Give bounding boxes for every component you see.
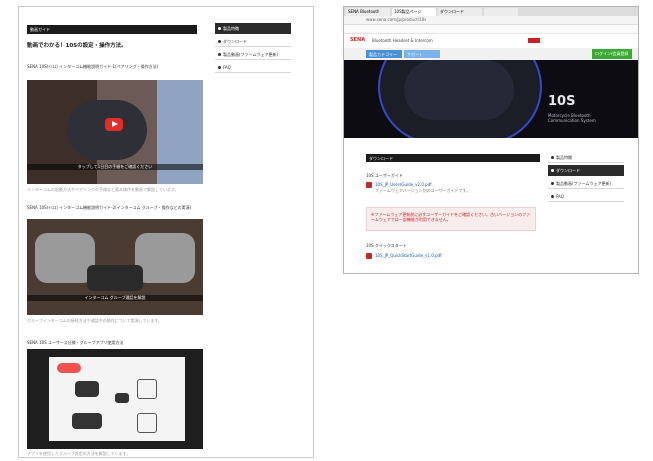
sidebar-item-features[interactable]: 製品特徴 [548,152,624,163]
site-nav: 製品カテゴリー サポート ログイン/会員登録 [344,48,638,60]
video-player-2[interactable]: インターコム グループ通話を解説 [27,219,203,315]
browser-tab-2[interactable]: 10S製品ページ [392,8,436,16]
nav-button-products[interactable]: 製品カテゴリー [366,50,402,58]
brand-tagline: Bluetooth Headset & Intercom [372,38,433,43]
bookmarks-bar [344,25,638,34]
sidebar-item-download[interactable]: ダウンロード [215,36,291,47]
chevron-right-icon [218,27,221,30]
sidebar: 製品特徴 ダウンロード 製品動画(ファームウェア更新) FAQ [548,152,624,212]
browser-address-bar[interactable]: www.sena.com/jp/product/10s [344,16,638,25]
page-title: 動画でわかる！10Sの設定・操作方法。 [27,43,127,49]
sidebar-item-download[interactable]: ダウンロード [548,165,624,176]
download-header: ダウンロード [366,154,540,162]
video-desc-3: アプリを使用したグループ設定の方法を解説しています。 [27,451,131,456]
video-caption-1: タップして1日目の手順をご確認ください [27,164,203,170]
download-link-1[interactable]: 10S_JP_UsersGuide_v2.0.pdf [375,182,432,187]
chevron-right-icon [551,169,554,172]
download-title-2: 10S クイックスタート [366,243,407,248]
sidebar-item-features[interactable]: 製品特徴 [215,23,291,34]
notice-text: ※ファームウェア更新前に必ずユーザーガイドをご確認ください。古いバージョンのファ… [371,212,531,222]
chevron-right-icon [551,195,554,198]
sidebar-item-video[interactable]: 製品動画(ファームウェア更新) [215,49,291,60]
hero-banner: 10S Motorcycle Bluetooth Communication S… [344,60,638,138]
browser-tab-bar: SENA Bluetooth 10S製品ページ ダウンロード [344,7,638,16]
download-link-2[interactable]: 10S_JP_QuickStartGuide_v1.0.pdf [375,253,442,258]
sidebar-item-faq[interactable]: FAQ [548,191,624,202]
chevron-right-icon [218,66,221,69]
url-text: www.sena.com/jp/product/10s [366,17,427,22]
video-title-2: SENA 10S(ﾃﾝｴｽ) インターコム機能説明ガイド-2(インターコム グル… [27,205,192,210]
browser-tab-3[interactable]: ダウンロード [438,8,482,16]
video-desc-1: インターコムの起動方法やペアリングの手順など基本操作を動画で解説しています。 [27,187,179,192]
video-title-1: SENA 10S(ﾃﾝｴｽ) インターコム機能説明ガイド-1(ペアリング・操作方… [27,64,159,69]
sale-badge [528,38,540,43]
video-caption-2: インターコム グループ通話を解説 [27,295,203,301]
chevron-right-icon [551,156,554,159]
pdf-icon [366,182,372,188]
nav-button-support[interactable]: サポート [404,50,440,58]
video-title-3: SENA 10S ユーザーズ仕様・グループアプリ使用方法 [27,340,124,345]
sidebar-item-video[interactable]: 製品動画(ファームウェア更新) [548,178,624,189]
hero-subtitle: Motorcycle Bluetooth Communication Syste… [548,113,596,123]
site-header: SENA Bluetooth Headset & Intercom [344,34,638,48]
section-header: 動画ガイド [27,25,197,34]
chevron-right-icon [218,53,221,56]
sidebar: 製品特徴 ダウンロード 製品動画(ファームウェア更新) FAQ [215,23,291,83]
sidebar-item-faq[interactable]: FAQ [215,62,291,73]
video-desc-2: グループインターコムの接続方法や通話中の操作について実演しています。 [27,318,163,323]
chevron-right-icon [551,182,554,185]
left-page-screenshot: 動画ガイド 動画でわかる！10Sの設定・操作方法。 製品特徴 ダウンロード 製品… [18,6,314,458]
download-note-1: ファームウェアバージョン別のユーザーガイドです。 [375,188,471,193]
notice-box: ※ファームウェア更新前に必ずユーザーガイドをご確認ください。古いバージョンのファ… [366,207,536,231]
video-player-3[interactable] [27,349,203,449]
hero-model: 10S [548,94,576,109]
browser-tab-4[interactable] [484,8,518,16]
pdf-icon [366,253,372,259]
cta-button[interactable]: ログイン/会員登録 [592,49,632,59]
video-player-1[interactable]: タップして1日目の手順をご確認ください [27,80,203,184]
download-title-1: 10S ユーザーガイド [366,173,403,178]
section-header-label: 動画ガイド [30,27,50,32]
play-icon[interactable] [105,118,123,131]
chevron-right-icon [218,40,221,43]
browser-tab-1[interactable]: SENA Bluetooth [346,8,390,16]
brand-logo[interactable]: SENA [350,37,365,43]
right-page-screenshot: SENA Bluetooth 10S製品ページ ダウンロード www.sena.… [343,6,639,274]
